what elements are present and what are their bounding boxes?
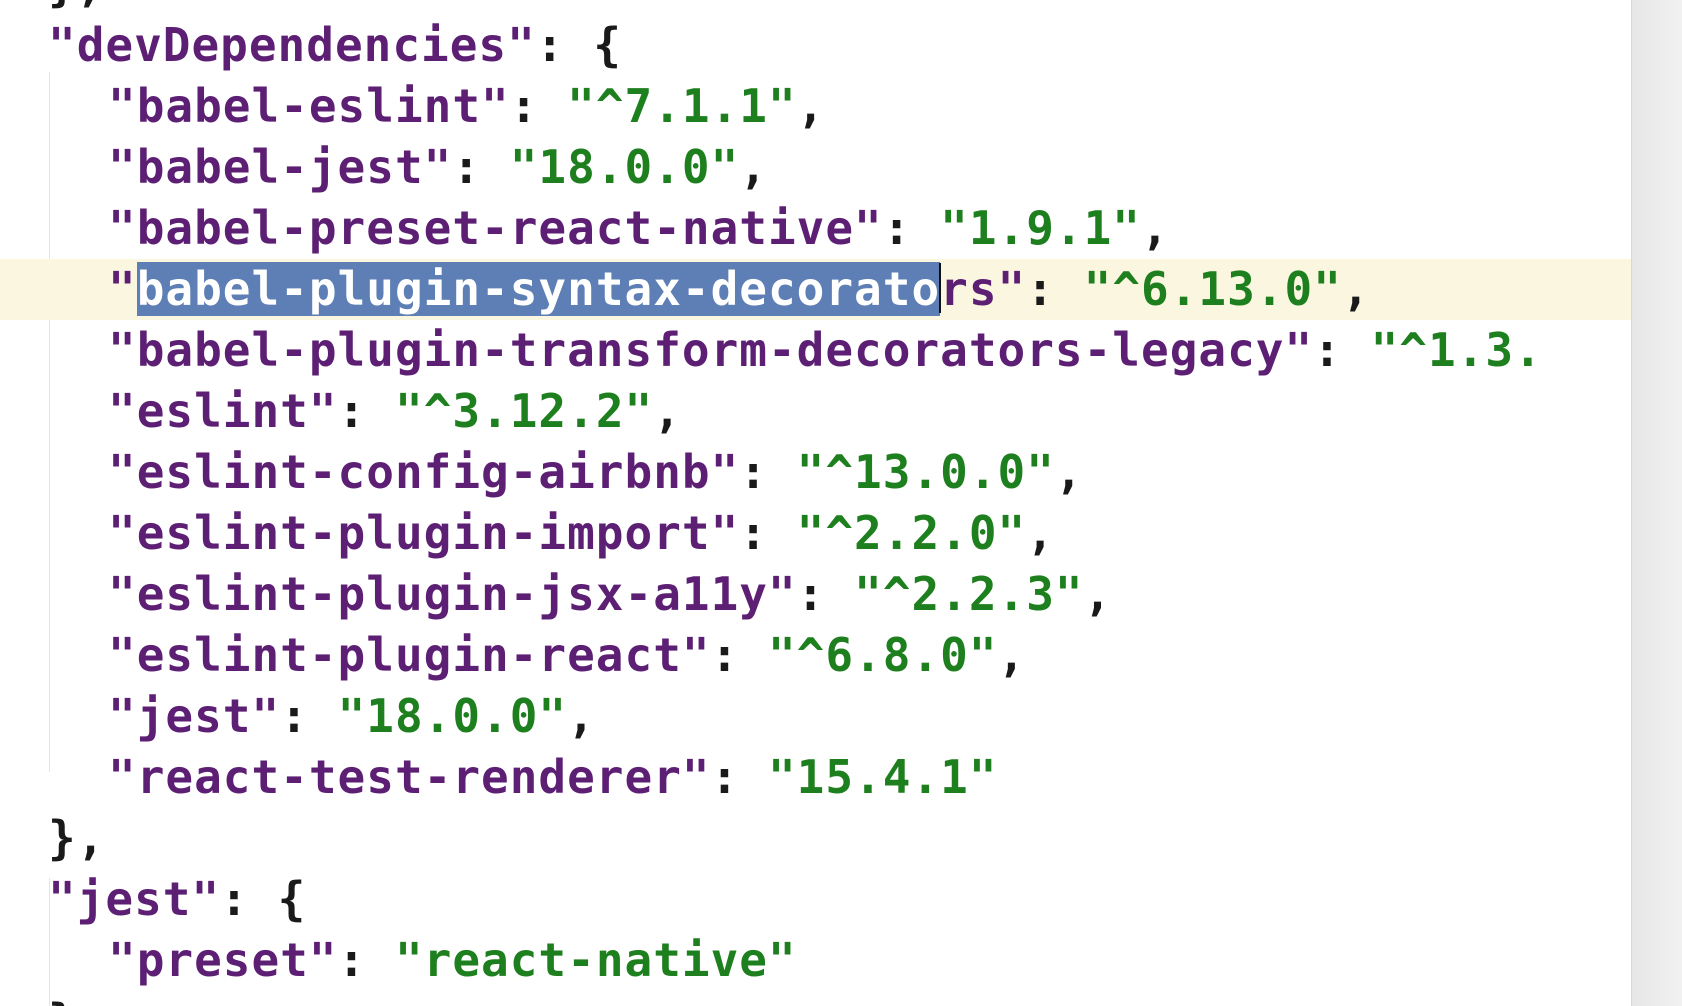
json-punctuation: , <box>739 140 768 194</box>
json-separator: : <box>337 384 395 438</box>
code-line-babel-preset-react-native[interactable]: "babel-preset-react-native": "1.9.1", <box>0 198 1632 259</box>
json-key: "babel-preset-react-native" <box>108 201 883 255</box>
code-line-jest-close[interactable]: } <box>0 991 1632 1006</box>
code-editor[interactable]: }, "devDependencies": { "babel-eslint": … <box>0 0 1682 1006</box>
json-separator: : <box>509 79 568 133</box>
json-key: "eslint-plugin-react" <box>108 628 711 682</box>
json-punctuation: { <box>593 18 622 72</box>
code-line-eslint-plugin-jsx-a11y[interactable]: "eslint-plugin-jsx-a11y": "^2.2.3", <box>0 564 1632 625</box>
json-separator: : <box>710 628 768 682</box>
json-punctuation: , <box>567 689 596 743</box>
json-separator: : <box>796 567 855 621</box>
json-separator: : <box>280 689 338 743</box>
code-line-babel-jest[interactable]: "babel-jest": "18.0.0", <box>0 137 1632 198</box>
json-key: "react-test-renderer" <box>108 750 711 804</box>
json-punctuation: , <box>1341 262 1371 316</box>
json-separator: : <box>220 872 278 926</box>
json-separator: : <box>337 933 395 987</box>
json-string-value: "^13.0.0" <box>796 445 1055 499</box>
text-selection[interactable]: babel-plugin-syntax-decorato <box>136 262 941 316</box>
json-key: "jest" <box>48 872 221 926</box>
json-key: "eslint-config-airbnb" <box>108 445 740 499</box>
json-punctuation: , <box>796 79 826 133</box>
json-separator: : <box>535 18 594 72</box>
json-string-value: "^2.2.0" <box>796 506 1027 560</box>
json-punctuation: }, <box>48 811 106 865</box>
json-string-value: "1.9.1" <box>940 201 1142 255</box>
code-area[interactable]: "devDependencies": { "babel-eslint": "^7… <box>0 0 1632 1006</box>
json-separator: : <box>710 750 768 804</box>
json-string-value: "react-native" <box>394 933 797 987</box>
code-line-eslint-plugin-react[interactable]: "eslint-plugin-react": "^6.8.0", <box>0 625 1632 686</box>
json-string-value: "^6.13.0" <box>1083 262 1342 316</box>
json-string-value: "15.4.1" <box>767 750 998 804</box>
json-punctuation: { <box>277 872 307 926</box>
json-punctuation: , <box>1026 506 1055 560</box>
editor-right-panel[interactable] <box>1631 0 1682 1006</box>
code-line-eslint-plugin-import[interactable]: "eslint-plugin-import": "^2.2.0", <box>0 503 1632 564</box>
code-line-jest-dep[interactable]: "jest": "18.0.0", <box>0 686 1632 747</box>
json-punctuation: , <box>653 384 682 438</box>
json-punctuation: , <box>1083 567 1113 621</box>
code-line-babel-plugin-transform-decorators-legacy[interactable]: "babel-plugin-transform-decorators-legac… <box>0 320 1632 381</box>
json-key: "preset" <box>108 933 338 987</box>
json-key: "eslint-plugin-import" <box>108 506 740 560</box>
json-key-rest: rs" <box>940 262 1027 316</box>
code-line-jest-preset[interactable]: "preset": "react-native" <box>0 930 1632 991</box>
json-punctuation: , <box>997 628 1027 682</box>
json-separator: : <box>1026 262 1084 316</box>
code-line-react-test-renderer[interactable]: "react-test-renderer": "15.4.1" <box>0 747 1632 808</box>
code-line-devdependencies-open[interactable]: "devDependencies": { <box>0 15 1632 76</box>
json-separator: : <box>882 201 941 255</box>
json-separator: : <box>452 140 510 194</box>
code-line-jest-open[interactable]: "jest": { <box>0 869 1632 930</box>
code-line-devdependencies-close[interactable]: }, <box>0 808 1632 869</box>
json-string-value: "^1.3. <box>1370 323 1543 377</box>
json-string-value: "18.0.0" <box>509 140 740 194</box>
json-string-value: "^3.12.2" <box>394 384 654 438</box>
json-string-value: "^2.2.3" <box>854 567 1084 621</box>
json-key: "babel-jest" <box>108 140 453 194</box>
json-key: "eslint" <box>108 384 338 438</box>
json-key: "babel-eslint" <box>108 79 510 133</box>
json-punctuation: } <box>48 994 77 1006</box>
json-punctuation: , <box>1141 201 1170 255</box>
json-string-value: "18.0.0" <box>337 689 568 743</box>
json-string-value: "^6.8.0" <box>767 628 998 682</box>
json-punctuation: , <box>1054 445 1084 499</box>
code-line-eslint[interactable]: "eslint": "^3.12.2", <box>0 381 1632 442</box>
json-string-value: "^7.1.1" <box>567 79 797 133</box>
json-key-quote: " <box>108 262 137 316</box>
code-line-eslint-config-airbnb[interactable]: "eslint-config-airbnb": "^13.0.0", <box>0 442 1632 503</box>
json-key: "babel-plugin-transform-decorators-legac… <box>108 323 1314 377</box>
json-separator: : <box>1313 323 1371 377</box>
code-line-babel-plugin-syntax-decorators[interactable]: "babel-plugin-syntax-decorators": "^6.13… <box>0 259 1632 320</box>
json-separator: : <box>739 445 797 499</box>
json-key: "eslint-plugin-jsx-a11y" <box>108 567 797 621</box>
code-line-babel-eslint[interactable]: "babel-eslint": "^7.1.1", <box>0 76 1632 137</box>
json-key: "jest" <box>108 689 281 743</box>
json-key: "devDependencies" <box>48 18 536 72</box>
json-separator: : <box>739 506 797 560</box>
